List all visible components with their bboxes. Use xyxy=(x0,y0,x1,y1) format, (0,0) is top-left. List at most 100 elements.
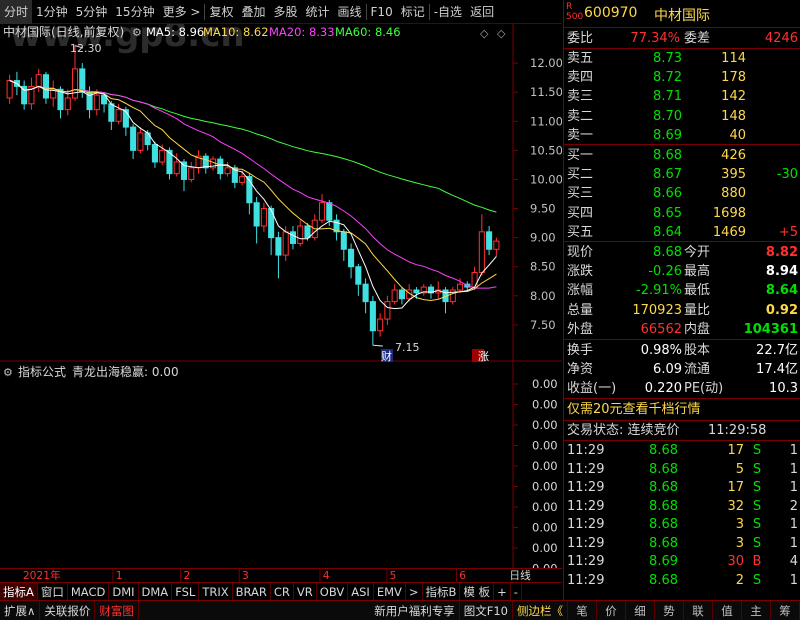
promo-text[interactable]: 仅需20元查看千档行情 xyxy=(567,400,701,419)
bottom-link[interactable]: 新用户福利专享 xyxy=(370,600,460,620)
candle-body xyxy=(377,318,384,332)
tick-price: 8.68 xyxy=(649,480,678,495)
tick-row[interactable]: 11:29 8.68 3 S 1 xyxy=(564,515,800,534)
toolbar-button[interactable]: 15分钟 xyxy=(111,0,158,24)
indicator-tab[interactable]: BRAR xyxy=(233,582,271,601)
panel-switch-button[interactable]: 价 xyxy=(597,600,626,620)
toolbar-button[interactable]: -自选 xyxy=(430,0,466,24)
panel-switch-button[interactable]: 联 xyxy=(684,600,713,620)
toolbar-button[interactable]: 画线 xyxy=(334,0,366,24)
price-axis: 12.00 11.50 11.00 10.50 10.00 9.50 9.00 8.50 8.0… xyxy=(513,56,562,332)
candle-body xyxy=(471,272,478,288)
bottom-tab[interactable]: 关联报价 xyxy=(40,600,96,620)
settings-gear-icon[interactable]: ⚙ xyxy=(132,26,142,39)
candle-body xyxy=(340,231,347,250)
candle xyxy=(289,226,296,250)
price-tick-label: 12.00 xyxy=(530,56,562,70)
panel-switch-button[interactable]: 笔 xyxy=(568,600,597,620)
diamond-icon[interactable]: ◇ xyxy=(480,27,489,40)
indicator-tick-label: 0.00 xyxy=(532,377,558,391)
tick-price: 8.68 xyxy=(649,572,678,588)
panel-switch-button[interactable]: 势 xyxy=(655,600,684,620)
indicator-tab[interactable]: DMI xyxy=(109,582,139,601)
indicator-tab[interactable]: TRIX xyxy=(199,582,233,601)
promo-row[interactable]: 仅需20元查看千档行情 xyxy=(564,400,800,419)
sells-row[interactable]: 卖五 8.73 114 xyxy=(564,49,800,68)
panel-switch-button[interactable]: 筹 xyxy=(771,600,800,620)
indicator-menu-icon[interactable]: ⚙ xyxy=(3,366,13,379)
tick-row[interactable]: 11:29 8.68 5 S 1 xyxy=(564,460,800,479)
toolbar-button[interactable]: 统计 xyxy=(302,0,334,24)
buys-row[interactable]: 买一 8.68 426 xyxy=(564,146,800,165)
indicator-tab[interactable]: CR xyxy=(271,582,294,601)
bottom-tab[interactable]: 财富图 xyxy=(95,600,139,620)
indicator-tab[interactable]: - xyxy=(511,582,522,601)
tick-row[interactable]: 11:29 8.68 17 S 1 xyxy=(564,478,800,497)
tick-row[interactable]: 11:29 8.68 3 S 1 xyxy=(564,534,800,553)
indicator-tab[interactable]: ASI xyxy=(348,582,374,601)
indicator-title[interactable]: 指标公式 xyxy=(18,364,66,379)
indicator-tab[interactable]: 模 板 xyxy=(460,582,495,601)
indicator-tab[interactable]: + xyxy=(494,582,511,601)
toolbar-button[interactable]: 返回 xyxy=(466,0,498,24)
toolbar-button[interactable]: 更多 > xyxy=(159,0,205,24)
book-price: 8.73 xyxy=(653,51,682,66)
candle xyxy=(449,287,456,305)
buys-row[interactable]: 买三 8.66 880 xyxy=(564,184,800,203)
toolbar-button[interactable]: 多股 xyxy=(269,0,301,24)
toolbar-button[interactable]: F10 xyxy=(367,0,397,24)
candlestick-chart[interactable]: www.gp8.cn 12.0011.5011.0010.5010.009.50… xyxy=(0,24,562,362)
candle xyxy=(188,162,195,183)
indicator-tab[interactable]: 窗口 xyxy=(38,582,68,601)
indicator-tab[interactable]: DMA xyxy=(139,582,173,601)
buys-row[interactable]: 买四 8.65 1698 xyxy=(564,204,800,223)
toolbar-button[interactable]: 标记 xyxy=(397,0,429,24)
stock-code[interactable]: 600970 xyxy=(584,5,637,21)
book-label: 买五 xyxy=(567,224,594,240)
candle xyxy=(348,243,355,279)
candle xyxy=(246,173,253,215)
bottom-tab[interactable]: 扩展∧ xyxy=(0,600,41,620)
indicator-tab[interactable]: 指标B xyxy=(423,582,461,601)
tick-count: 1 xyxy=(789,461,798,477)
sells-row[interactable]: 卖四 8.72 178 xyxy=(564,68,800,87)
indicator-tab[interactable]: > xyxy=(406,582,423,601)
sells-row[interactable]: 卖一 8.69 40 xyxy=(564,126,800,145)
toolbar-button[interactable]: 1分钟 xyxy=(32,0,72,24)
date-ticks: 2021年 1 2 3 4 5 6 xyxy=(23,569,466,582)
panel-switch-button[interactable]: 主 xyxy=(742,600,771,620)
toolbar-button[interactable]: 叠加 xyxy=(237,0,269,24)
price-tick-label: 9.50 xyxy=(530,202,556,216)
indicator-tab[interactable]: EMV xyxy=(374,582,406,601)
bottom-link[interactable]: 侧边栏《 xyxy=(513,600,568,620)
indicator-tab[interactable]: MACD xyxy=(68,582,110,601)
tick-row[interactable]: 11:29 8.68 2 S 1 xyxy=(564,571,800,590)
tick-row[interactable]: 11:29 8.68 17 S 1 xyxy=(564,441,800,460)
buys-row[interactable]: 买二 8.67 395 -30 xyxy=(564,165,800,184)
tick-volume: 17 xyxy=(727,480,744,495)
toolbar-button[interactable]: 复权 xyxy=(205,0,237,24)
toolbar-button[interactable]: 分时 xyxy=(0,0,33,24)
collapse-icon[interactable]: ◇ xyxy=(497,27,506,40)
toolbar-button[interactable]: 5分钟 xyxy=(72,0,112,24)
indicator-tab[interactable]: OBV xyxy=(317,582,349,601)
sells-row[interactable]: 卖二 8.70 148 xyxy=(564,107,800,126)
panel-switch-button[interactable]: 值 xyxy=(713,600,742,620)
sells-row[interactable]: 卖三 8.71 142 xyxy=(564,87,800,106)
candle-body xyxy=(391,289,398,303)
indicator-tab[interactable]: 指标A xyxy=(0,582,38,601)
buys-row[interactable]: 买五 8.64 1469 +5 xyxy=(564,223,800,242)
indicator-tab[interactable]: FSL xyxy=(172,582,200,601)
bottom-link[interactable]: 图文F10 xyxy=(460,600,513,620)
indicator-tab[interactable]: VR xyxy=(294,582,317,601)
indicator-panel[interactable]: ⚙ 指标公式 青龙出海稳赢: 0.00 0.00 0.00 0.00 0.00 0.00… xyxy=(0,362,562,568)
stock-name[interactable]: 中材国际 xyxy=(654,5,710,25)
tick-row[interactable]: 11:29 8.69 30 B 4 xyxy=(564,552,800,571)
panel-switch-button[interactable]: 细 xyxy=(626,600,655,620)
book-price: 8.65 xyxy=(653,205,682,221)
tick-row[interactable]: 11:29 8.68 32 S 2 xyxy=(564,497,800,516)
stat-value: 66562 xyxy=(640,321,682,337)
badge-zhang[interactable]: 涨 xyxy=(478,350,489,362)
badge-cai[interactable]: 财 xyxy=(381,349,392,362)
candle xyxy=(253,196,260,244)
